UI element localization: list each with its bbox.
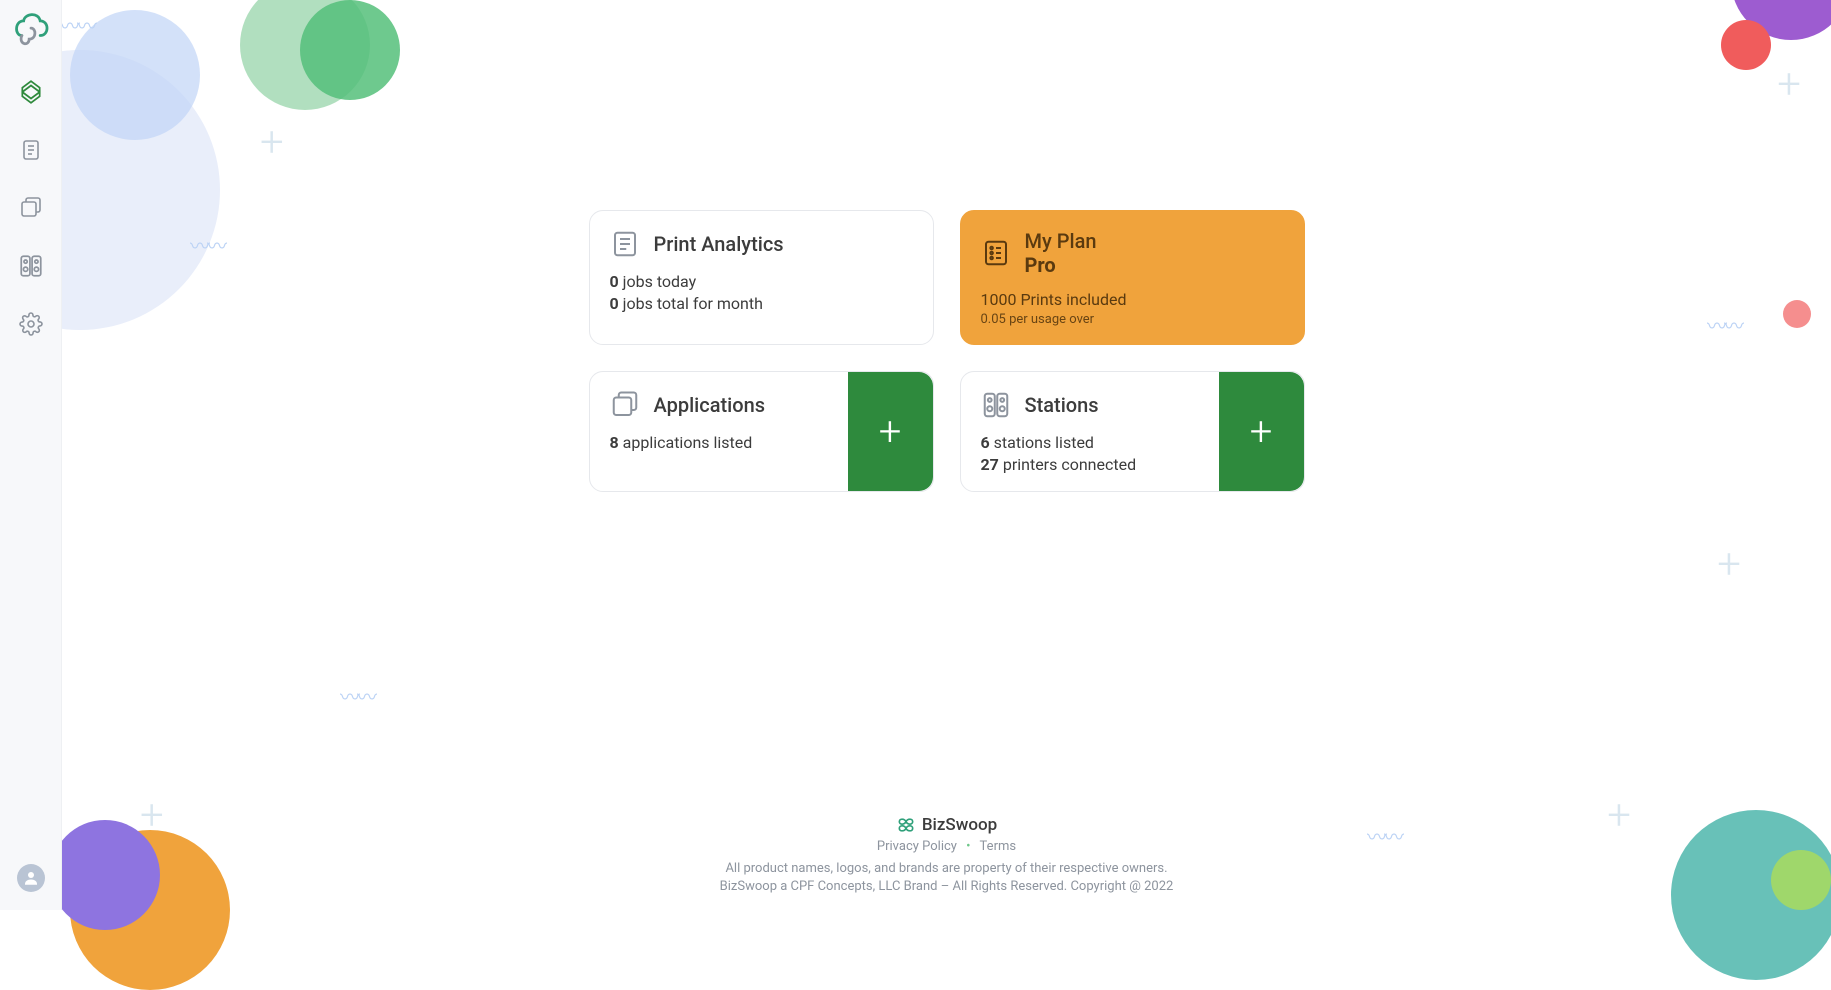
card-title: My Plan Pro <box>1025 229 1097 277</box>
applications-count-label: applications listed <box>623 433 753 452</box>
gear-icon <box>19 312 43 336</box>
main-content: Print Analytics 0 jobs today 0 jobs tota… <box>62 0 1831 910</box>
user-icon <box>22 869 40 887</box>
card-title: Print Analytics <box>654 232 784 256</box>
plus-icon: + <box>879 408 902 455</box>
card-stats: 6 stations listed 27 printers connected <box>981 432 1204 475</box>
sidebar-item-settings[interactable] <box>11 304 51 344</box>
card-applications[interactable]: Applications 8 applications listed + <box>589 371 934 492</box>
terms-link[interactable]: Terms <box>980 839 1017 854</box>
jobs-today-label: jobs today <box>623 272 697 291</box>
plus-icon: + <box>1250 408 1273 455</box>
sidebar-nav <box>11 72 51 344</box>
sidebar-item-applications[interactable] <box>11 188 51 228</box>
separator-dot: • <box>960 839 976 854</box>
plan-name: Pro <box>1025 253 1097 277</box>
card-my-plan[interactable]: My Plan Pro 1000 Prints included 0.05 pe… <box>960 210 1305 345</box>
card-title: Stations <box>1025 393 1099 417</box>
jobs-month-label: jobs total for month <box>623 294 763 313</box>
applications-count: 8 <box>610 433 619 452</box>
footer-links: Privacy Policy • Terms <box>62 839 1831 854</box>
user-avatar[interactable] <box>17 864 45 892</box>
legal-line-1: All product names, logos, and brands are… <box>62 860 1831 878</box>
jobs-month-count: 0 <box>610 294 619 313</box>
privacy-policy-link[interactable]: Privacy Policy <box>877 839 957 854</box>
applications-card-icon <box>610 390 640 420</box>
legal-line-2: BizSwoop a CPF Concepts, LLC Brand – All… <box>62 878 1831 896</box>
footer-legal: All product names, logos, and brands are… <box>62 860 1831 896</box>
jobs-today-count: 0 <box>610 272 619 291</box>
footer-brand-name: BizSwoop <box>922 815 997 835</box>
dashboard-grid: Print Analytics 0 jobs today 0 jobs tota… <box>589 210 1305 492</box>
app-logo[interactable] <box>7 6 55 54</box>
printers-count-label: printers connected <box>1003 455 1136 474</box>
stations-card-icon <box>981 390 1011 420</box>
plan-title: My Plan <box>1025 229 1097 253</box>
analytics-icon <box>610 229 640 259</box>
footer-brand: BizSwoop <box>62 815 1831 835</box>
document-icon <box>19 138 43 162</box>
sidebar <box>0 0 62 910</box>
plan-overage: 0.05 per usage over <box>981 311 1284 329</box>
card-print-analytics[interactable]: Print Analytics 0 jobs today 0 jobs tota… <box>589 210 934 345</box>
stations-icon <box>18 253 44 279</box>
brand-icon <box>896 815 916 835</box>
card-stats: 8 applications listed <box>610 432 833 454</box>
card-stats: 0 jobs today 0 jobs total for month <box>610 271 913 314</box>
add-station-button[interactable]: + <box>1219 372 1304 491</box>
dashboard-icon <box>18 79 44 105</box>
plan-included: 1000 Prints included <box>981 289 1284 311</box>
stations-count: 6 <box>981 433 990 452</box>
footer: BizSwoop Privacy Policy • Terms All prod… <box>62 815 1831 896</box>
sidebar-item-documents[interactable] <box>11 130 51 170</box>
printers-count: 27 <box>981 455 999 474</box>
applications-icon <box>19 196 43 220</box>
sidebar-item-stations[interactable] <box>11 246 51 286</box>
card-title: Applications <box>654 393 766 417</box>
plan-icon <box>981 238 1011 268</box>
add-application-button[interactable]: + <box>848 372 933 491</box>
stations-count-label: stations listed <box>994 433 1094 452</box>
card-stats: 1000 Prints included 0.05 per usage over <box>981 289 1284 328</box>
sidebar-item-dashboard[interactable] <box>11 72 51 112</box>
card-stations[interactable]: Stations 6 stations listed 27 printers c… <box>960 371 1305 492</box>
